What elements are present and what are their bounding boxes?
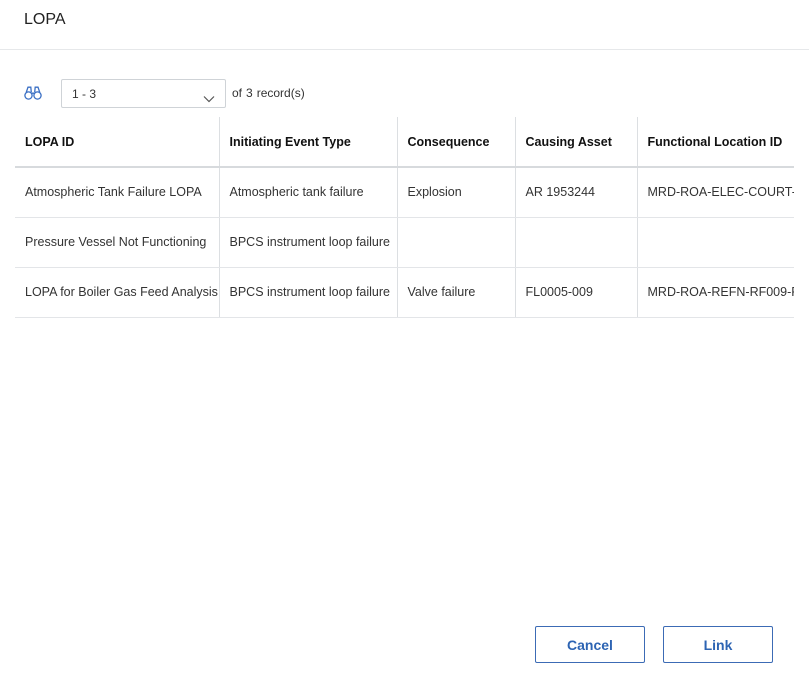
cell-causing-asset: FL0005-009 <box>515 267 638 318</box>
cell-functional-location-id: MRD-ROA-REFN-RF009-FL0 <box>637 267 794 318</box>
link-button[interactable]: Link <box>663 626 773 663</box>
column-header-lopa-id[interactable]: LOPA ID <box>15 117 220 168</box>
record-count-suffix: record(s) <box>256 86 305 100</box>
cancel-button[interactable]: Cancel <box>535 626 645 663</box>
column-header-functional-location-id[interactable]: Functional Location ID <box>637 117 794 168</box>
cell-functional-location-id <box>637 217 794 268</box>
cell-initiating-event-type: Atmospheric tank failure <box>219 167 398 218</box>
cell-initiating-event-type: BPCS instrument loop failure <box>219 267 398 318</box>
dialog-title: LOPA <box>24 11 66 28</box>
column-header-causing-asset[interactable]: Causing Asset <box>515 117 638 168</box>
cell-initiating-event-type: BPCS instrument loop failure <box>219 217 398 268</box>
binoculars-icon[interactable] <box>24 85 42 101</box>
lopa-table: LOPA ID Initiating Event Type Consequenc… <box>15 117 794 318</box>
lopa-grid: LOPA ID Initiating Event Type Consequenc… <box>15 117 794 319</box>
cell-lopa-id: LOPA for Boiler Gas Feed Analysis <box>15 267 220 318</box>
record-range-select[interactable]: 1 - 3 <box>61 79 226 108</box>
table-row[interactable]: Atmospheric Tank Failure LOPA Atmospheri… <box>15 167 794 218</box>
cell-lopa-id: Atmospheric Tank Failure LOPA <box>15 167 220 218</box>
lopa-dialog: LOPA 1 - 3 of 3 record(s) LOPA ID Initia… <box>0 0 809 678</box>
cell-consequence <box>397 217 516 268</box>
header-row: LOPA ID Initiating Event Type Consequenc… <box>15 117 794 168</box>
table-row[interactable]: LOPA for Boiler Gas Feed Analysis BPCS i… <box>15 267 794 318</box>
grid-toolbar: 1 - 3 of 3 record(s) <box>0 78 809 110</box>
cell-consequence: Valve failure <box>397 267 516 318</box>
column-header-consequence[interactable]: Consequence <box>397 117 516 168</box>
record-count: of 3 record(s) <box>232 86 305 100</box>
column-header-initiating-event-type[interactable]: Initiating Event Type <box>219 117 398 168</box>
chevron-down-icon <box>203 90 215 108</box>
cell-functional-location-id: MRD-ROA-ELEC-COURT-AR <box>637 167 794 218</box>
cell-causing-asset: AR 1953244 <box>515 167 638 218</box>
cell-lopa-id: Pressure Vessel Not Functioning <box>15 217 220 268</box>
cell-causing-asset <box>515 217 638 268</box>
record-range-value: 1 - 3 <box>72 87 97 101</box>
cell-consequence: Explosion <box>397 167 516 218</box>
record-count-total: 3 <box>246 86 253 100</box>
record-count-prefix: of <box>232 86 243 100</box>
dialog-header: LOPA <box>0 0 809 50</box>
table-row[interactable]: Pressure Vessel Not Functioning BPCS ins… <box>15 217 794 268</box>
